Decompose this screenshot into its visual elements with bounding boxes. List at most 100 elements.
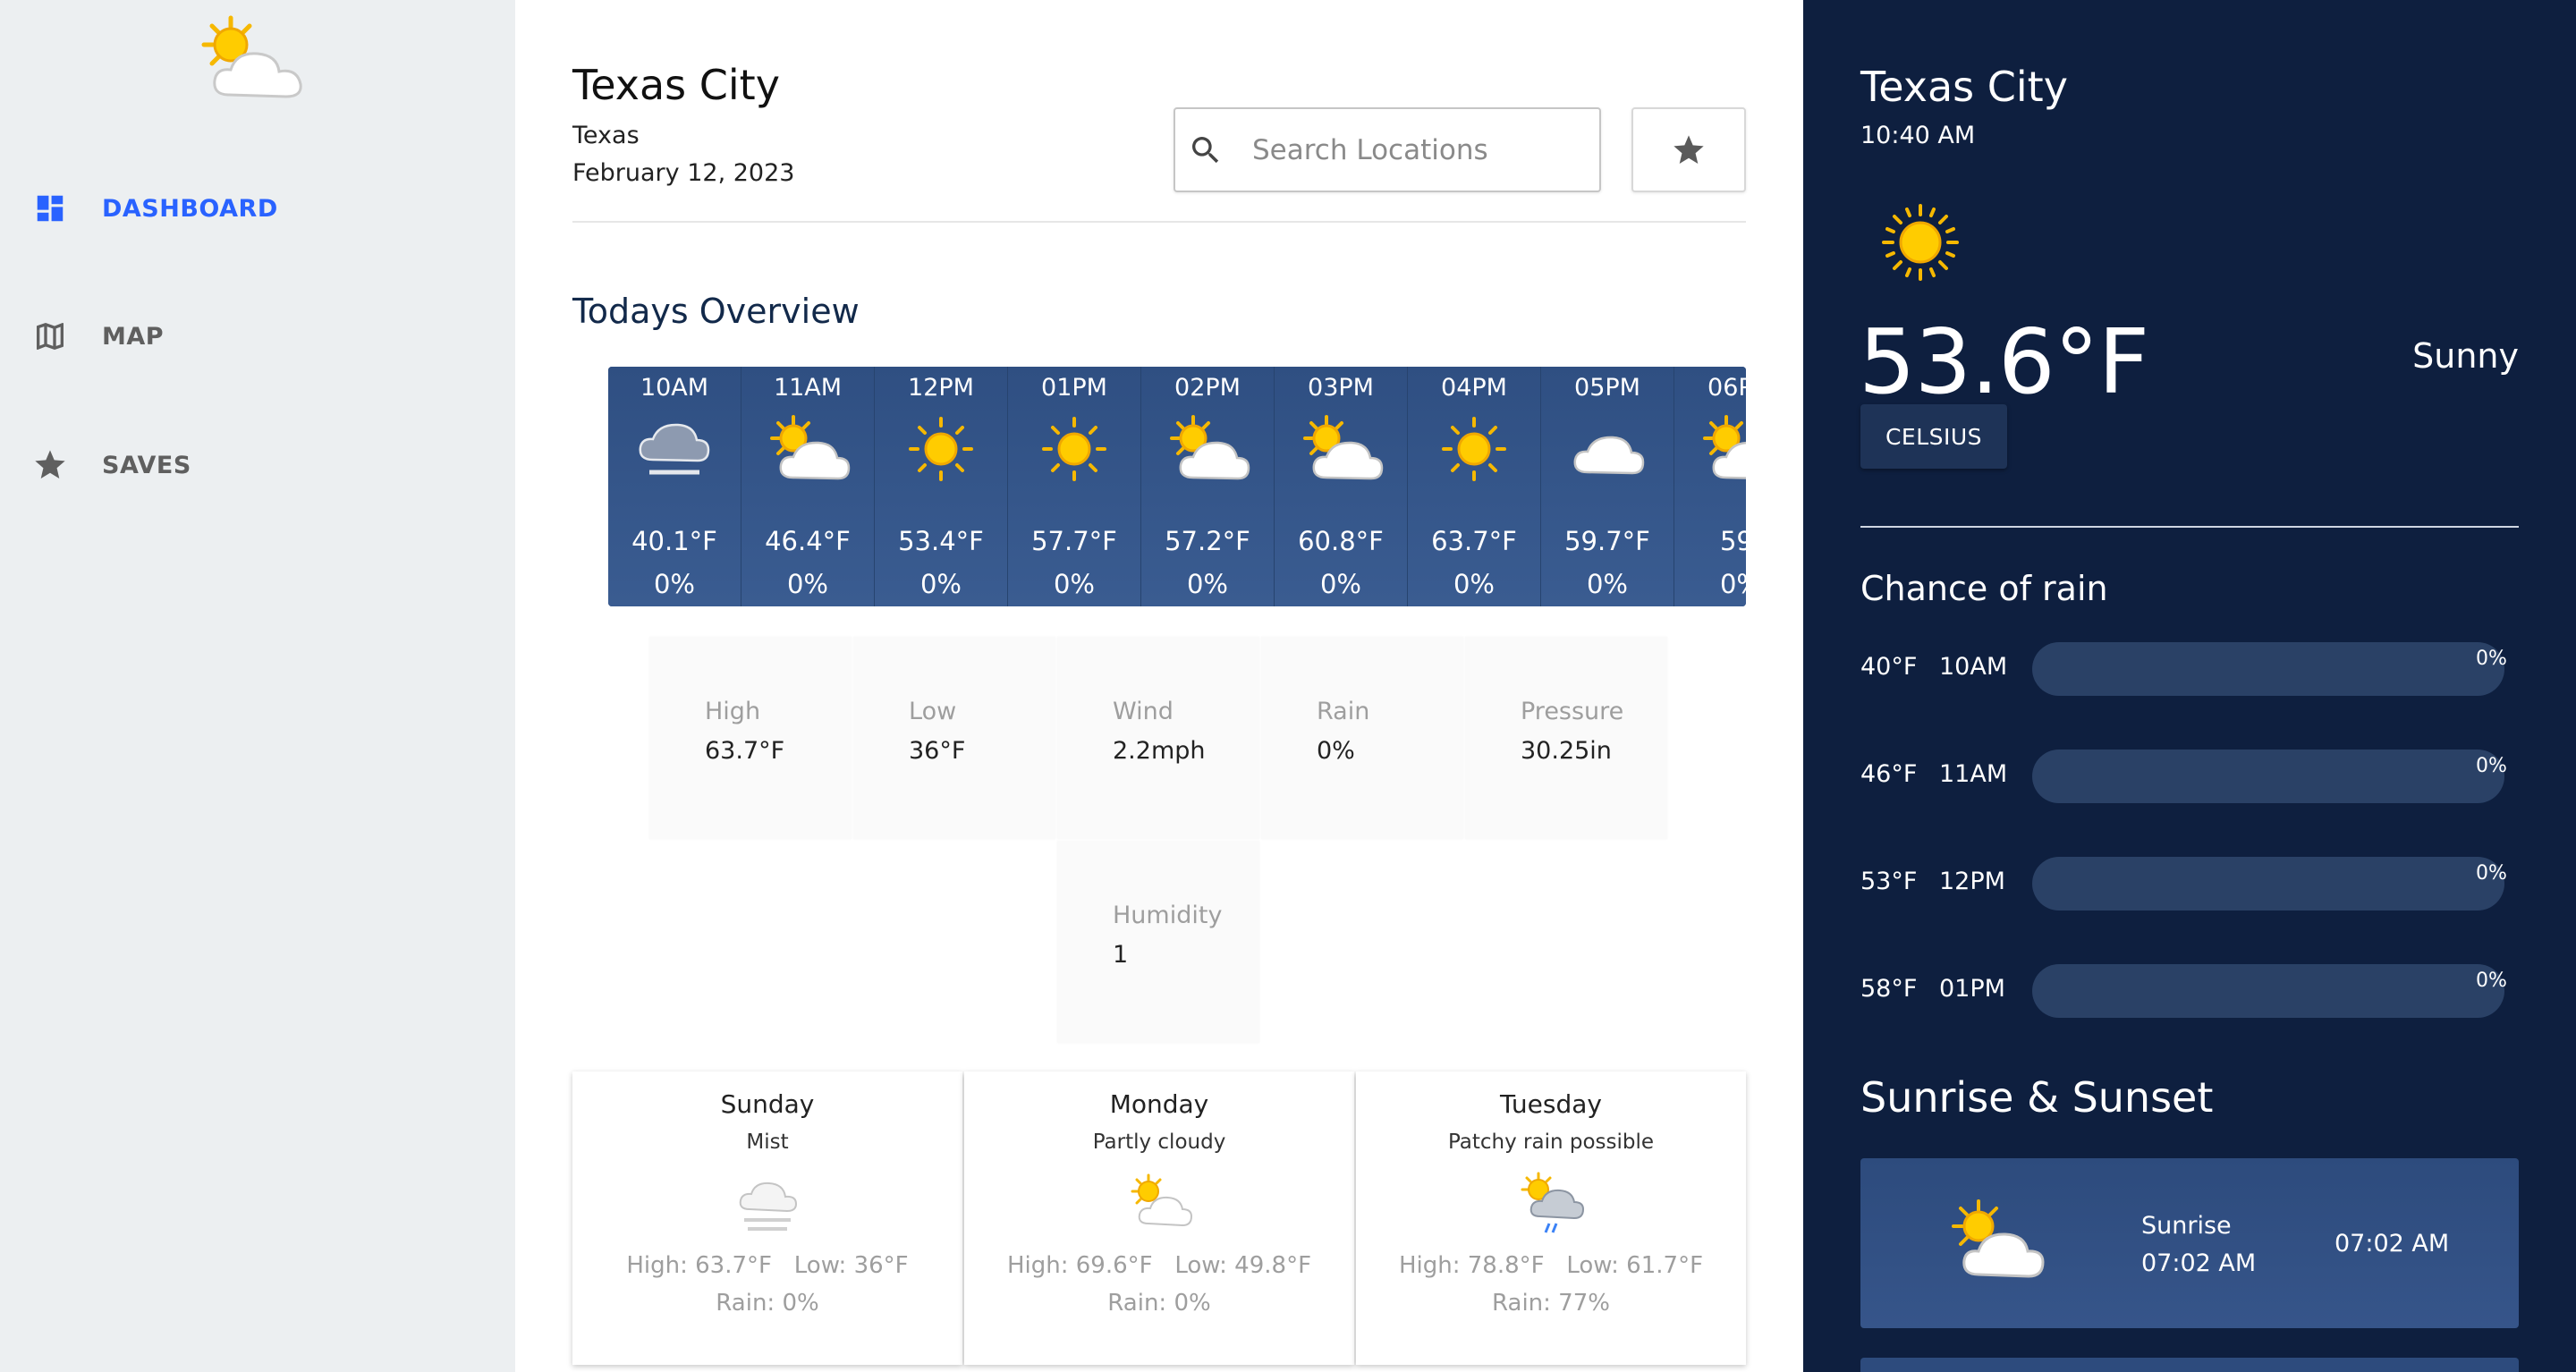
hour-card[interactable]: 05PM 59.7°F 0% (1541, 367, 1674, 606)
header-divider (572, 221, 1746, 223)
page-title: Texas City (572, 61, 780, 109)
rain-row-temp: 46°F (1860, 760, 1918, 788)
rain-row-percent: 0% (2476, 862, 2507, 885)
hour-temp: 59. (1719, 526, 1746, 556)
rain-row-percent: 0% (2476, 755, 2507, 777)
star-icon (1674, 134, 1704, 164)
partly-cloudy-icon (1296, 413, 1385, 485)
sunrise-card: Sunrise 07:02 AM 07:02 AM (1860, 1158, 2519, 1328)
rain-row-percent: 0% (2476, 970, 2507, 992)
hour-rain: 0% (1053, 569, 1095, 599)
sunrise-sunset-title: Sunrise & Sunset (1860, 1073, 2214, 1122)
hour-card[interactable]: 10AM 40.1°F 0% (608, 367, 741, 606)
rain-progress-bar (2032, 964, 2504, 1018)
search-input[interactable] (1252, 133, 1592, 166)
stat-label: High (705, 698, 761, 725)
rain-row-time: 11AM (1939, 760, 2008, 788)
stat-value: 1 (1113, 941, 1129, 969)
forecast-rain: Rain: 0% (716, 1290, 819, 1317)
sun-icon (896, 413, 986, 485)
map-icon (32, 318, 68, 354)
rain-progress-bar (2032, 642, 2504, 696)
hour-temp: 59.7°F (1564, 526, 1650, 556)
hour-rain: 0% (1186, 569, 1228, 599)
stat-value: 0% (1317, 737, 1355, 765)
stat-value: 63.7°F (705, 737, 785, 765)
stat-value: 36°F (909, 737, 966, 765)
rain-row-temp: 40°F (1860, 653, 1918, 681)
hour-rain: 0% (1586, 569, 1628, 599)
partly-cloudy-icon (1696, 413, 1746, 485)
forecast-condition: Mist (746, 1131, 789, 1154)
hour-time: 04PM (1441, 374, 1507, 402)
hour-temp: 40.1°F (631, 526, 717, 556)
stat-label: Low (909, 698, 957, 725)
rain-row: 46°F 11AM 0% (1860, 750, 2519, 803)
hour-temp: 60.8°F (1298, 526, 1384, 556)
panel-divider (1860, 526, 2519, 528)
hour-card[interactable]: 11AM 46.4°F 0% (741, 367, 875, 606)
hour-card[interactable]: 01PM 57.7°F 0% (1008, 367, 1141, 606)
patchy-rain-icon (1521, 1172, 1585, 1233)
partly-cloudy-icon (1163, 413, 1252, 485)
hour-card[interactable]: 03PM 60.8°F 0% (1275, 367, 1408, 606)
forecast-condition: Partly cloudy (1092, 1131, 1226, 1154)
hour-card[interactable]: 12PM 53.4°F 0% (875, 367, 1008, 606)
rain-row: 53°F 12PM 0% (1860, 857, 2519, 910)
hour-rain: 0% (1453, 569, 1495, 599)
hour-rain: 0% (786, 569, 828, 599)
forecast-day: Tuesday (1500, 1089, 1602, 1119)
forecast-card-sunday[interactable]: Sunday Mist High: 63.7°F Low: 36°F Rain:… (572, 1071, 962, 1365)
search-icon (1192, 136, 1219, 163)
region-label: Texas (572, 122, 640, 149)
rain-row-time: 12PM (1939, 868, 2005, 895)
current-condition: Sunny (2412, 336, 2519, 376)
rain-row-time: 10AM (1939, 653, 2008, 681)
hour-rain: 0% (919, 569, 962, 599)
stat-pressure: Pressure 30.25in (1465, 637, 1667, 839)
forecast-high-low: High: 78.8°F Low: 61.7°F (1398, 1252, 1704, 1279)
forecast-condition: Patchy rain possible (1447, 1131, 1655, 1154)
hour-card[interactable]: 02PM 57.2°F 0% (1141, 367, 1275, 606)
sun-icon (1882, 204, 1959, 281)
sun-icon (1429, 413, 1519, 485)
hour-rain: 0% (1719, 569, 1746, 599)
sidebar-item-dashboard[interactable]: DASHBOARD (32, 182, 278, 235)
hour-temp: 53.4°F (898, 526, 984, 556)
stat-humidity: Humidity 1 (1057, 841, 1259, 1043)
hour-card[interactable]: 04PM 63.7°F 0% (1408, 367, 1541, 606)
chance-of-rain-title: Chance of rain (1860, 569, 2108, 608)
overview-title: Todays Overview (572, 292, 860, 331)
forecast-high-low: High: 63.7°F Low: 36°F (626, 1252, 909, 1279)
hour-temp: 46.4°F (765, 526, 851, 556)
sunrise-time-right: 07:02 AM (2334, 1230, 2450, 1258)
hour-temp: 57.7°F (1031, 526, 1117, 556)
stat-value: 2.2mph (1113, 737, 1206, 765)
sidebar: DASHBOARD MAP SAVES (0, 0, 515, 1372)
forecast-card-monday[interactable]: Monday Partly cloudy High: 69.6°F Low: 4… (964, 1071, 1354, 1365)
forecast-rain: Rain: 0% (1107, 1290, 1211, 1317)
dashboard-icon (32, 191, 68, 226)
forecast-day: Monday (1109, 1089, 1209, 1119)
hour-time: 05PM (1574, 374, 1640, 402)
hour-time: 12PM (908, 374, 974, 402)
favorite-button[interactable] (1631, 107, 1746, 192)
forecast-card-tuesday[interactable]: Tuesday Patchy rain possible High: 78.8°… (1356, 1071, 1746, 1365)
sidebar-item-label: DASHBOARD (102, 194, 278, 223)
sidebar-item-label: SAVES (102, 451, 191, 479)
hour-card[interactable]: 06PM 59. 0% (1674, 367, 1746, 606)
hour-rain: 0% (1319, 569, 1361, 599)
sidebar-item-saves[interactable]: SAVES (32, 438, 191, 492)
current-temperature: 53.6°F (1859, 309, 2149, 414)
sunset-card (1860, 1358, 2519, 1372)
rain-row-time: 01PM (1939, 975, 2005, 1003)
hour-temp: 63.7°F (1431, 526, 1517, 556)
partly-cloudy-icon (763, 413, 852, 485)
celsius-toggle-button[interactable]: CELSIUS (1860, 404, 2007, 469)
hourly-forecast-strip[interactable]: 10AM 40.1°F 0% 11AM 46.4°F 0% 12PM 53.4°… (608, 367, 1746, 606)
partly-cloudy-icon (1952, 1199, 2045, 1278)
rain-row-temp: 58°F (1860, 975, 1918, 1003)
sidebar-item-map[interactable]: MAP (32, 309, 164, 363)
search-box[interactable] (1174, 107, 1601, 192)
rain-row: 58°F 01PM 0% (1860, 964, 2519, 1018)
